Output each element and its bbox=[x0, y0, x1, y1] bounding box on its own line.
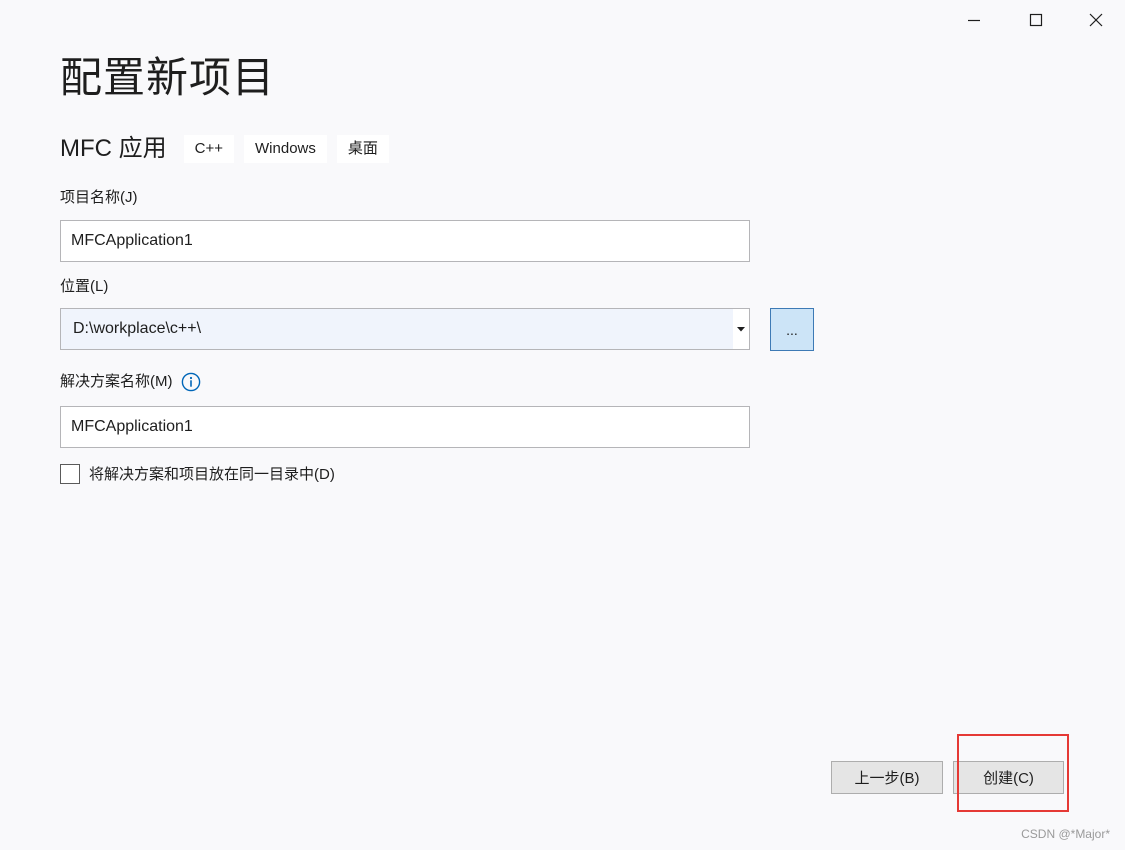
minimize-button[interactable] bbox=[951, 4, 997, 36]
page-title: 配置新项目 bbox=[60, 54, 276, 101]
project-name-input[interactable] bbox=[61, 221, 749, 261]
minimize-icon bbox=[967, 13, 981, 27]
solution-name-label-row: 解决方案名称(M) bbox=[60, 372, 201, 392]
maximize-button[interactable] bbox=[1013, 4, 1059, 36]
project-name-field-container bbox=[60, 220, 750, 262]
solution-name-label: 解决方案名称(M) bbox=[60, 373, 173, 390]
maximize-icon bbox=[1029, 13, 1043, 27]
info-icon[interactable] bbox=[181, 372, 201, 392]
solution-name-input[interactable] bbox=[61, 407, 749, 447]
solution-name-field-container bbox=[60, 406, 750, 448]
template-header: MFC 应用 C++ Windows 桌面 bbox=[60, 133, 399, 165]
project-name-label: 项目名称(J) bbox=[60, 189, 138, 206]
chevron-down-icon[interactable] bbox=[733, 309, 749, 349]
close-button[interactable] bbox=[1073, 4, 1119, 36]
browse-button[interactable]: ... bbox=[770, 308, 814, 351]
same-directory-option[interactable]: 将解决方案和项目放在同一目录中(D) bbox=[60, 463, 335, 484]
location-label: 位置(L) bbox=[60, 278, 109, 295]
create-button[interactable]: 创建(C) bbox=[953, 761, 1064, 794]
same-directory-checkbox[interactable] bbox=[60, 463, 80, 484]
location-combobox[interactable] bbox=[60, 308, 750, 350]
close-icon bbox=[1089, 13, 1103, 27]
back-button[interactable]: 上一步(B) bbox=[831, 761, 943, 794]
location-input[interactable] bbox=[61, 309, 733, 349]
tag-language: C++ bbox=[183, 135, 235, 163]
tag-project-type: 桌面 bbox=[336, 135, 389, 163]
tag-platform: Windows bbox=[244, 135, 327, 163]
watermark: CSDN @*Major* bbox=[1021, 827, 1110, 841]
same-directory-label: 将解决方案和项目放在同一目录中(D) bbox=[89, 466, 335, 483]
template-name: MFC 应用 bbox=[60, 135, 167, 162]
